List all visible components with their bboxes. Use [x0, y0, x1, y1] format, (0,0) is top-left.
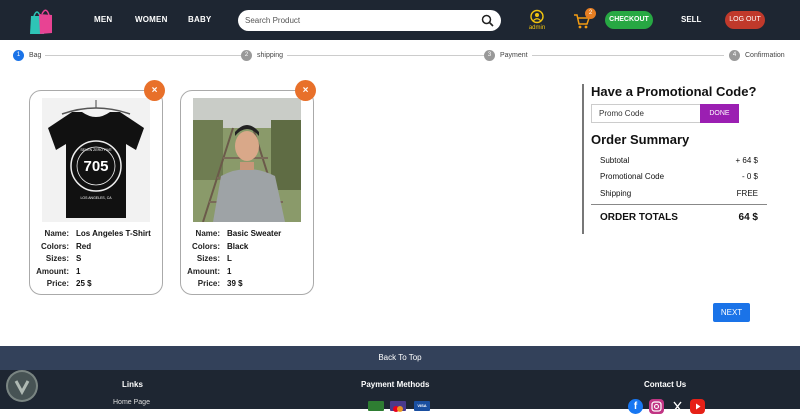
shopping-bags-logo-icon[interactable]	[28, 6, 54, 36]
price-label: Price:	[197, 279, 220, 289]
step-number: 3	[484, 50, 495, 61]
search-icon[interactable]	[481, 14, 494, 27]
order-total-value: 64 $	[738, 212, 758, 223]
search-bar	[238, 10, 501, 31]
promo-code-input[interactable]	[591, 104, 701, 123]
step-label: Payment	[500, 52, 528, 59]
nav-men-link[interactable]: MEN	[94, 15, 112, 24]
promo-discount-row: Promotional Code - 0 $	[600, 172, 758, 181]
colors-label: Colors:	[192, 241, 220, 251]
price-label: Price:	[46, 279, 69, 289]
subtotal-label: Subtotal	[600, 156, 630, 165]
sizes-label: Sizes:	[45, 254, 69, 264]
promo-discount-value: - 0 $	[741, 172, 758, 181]
name-value: Los Angeles T-Shirt	[76, 229, 151, 238]
cart-item-card: Name: Basic Sweater Colors: Black Sizes: L …	[180, 90, 314, 295]
cart-item-card: 705 SEVEN ZERO FIVE LOS ANGELES, CA Name…	[29, 90, 163, 295]
name-label: Name:	[44, 229, 69, 238]
order-total-row: ORDER TOTALS 64 $	[600, 212, 758, 223]
promo-title: Have a Promotional Code?	[591, 84, 757, 99]
progress-track	[24, 55, 724, 56]
price-value: 39 $	[227, 279, 243, 289]
item-attributes: Name: Basic Sweater Colors: Black Sizes: L …	[181, 229, 315, 292]
mastercard-icon	[390, 401, 406, 412]
amount-value: 1	[76, 266, 81, 276]
contact-us-heading: Contact Us	[644, 380, 687, 389]
step-bag: 1 Bag	[13, 50, 46, 61]
user-account[interactable]: admin	[528, 9, 546, 31]
footer: Links Home Page Payment Methods VISA Con…	[0, 370, 800, 414]
shirt-city-text: LOS ANGELES, CA	[80, 196, 112, 200]
back-to-top-link[interactable]: Back To Top	[0, 346, 800, 370]
home-page-link[interactable]: Home Page	[113, 399, 150, 406]
visa-icon: VISA	[414, 401, 430, 411]
facebook-icon[interactable]: f	[628, 399, 643, 414]
colors-label: Colors:	[41, 241, 69, 251]
youtube-icon[interactable]	[690, 399, 705, 414]
cart-count-badge: 2	[585, 8, 596, 19]
verified-badge-icon	[6, 370, 38, 402]
name-value: Basic Sweater	[227, 229, 282, 238]
step-label: Confirmation	[745, 52, 785, 59]
panel-divider	[582, 84, 584, 234]
name-label: Name:	[195, 229, 220, 238]
search-input[interactable]	[245, 13, 475, 28]
order-summary-title: Order Summary	[591, 132, 690, 147]
step-number: 4	[729, 50, 740, 61]
tshirt-image: 705 SEVEN ZERO FIVE LOS ANGELES, CA	[42, 98, 150, 222]
user-label: admin	[528, 25, 546, 31]
price-value: 25 $	[76, 279, 92, 289]
nav-baby-link[interactable]: BABY	[188, 15, 211, 24]
shipping-label: Shipping	[600, 189, 632, 198]
color-value: Red	[76, 241, 92, 251]
item-attributes: Name: Los Angeles T-Shirt Colors: Red Size…	[30, 229, 164, 292]
order-total-label: ORDER TOTALS	[600, 212, 678, 223]
step-number: 1	[13, 50, 24, 61]
x-twitter-icon[interactable]	[670, 399, 685, 414]
remove-item-button[interactable]: ×	[144, 80, 165, 101]
shipping-value: FREE	[736, 189, 758, 198]
shipping-row: Shipping FREE	[600, 189, 758, 198]
step-confirmation: 4 Confirmation	[729, 50, 789, 61]
remove-item-button[interactable]: ×	[295, 80, 316, 101]
cash-payment-icon	[368, 401, 384, 411]
footer-links-heading: Links	[122, 380, 143, 389]
checkout-button[interactable]: CHECKOUT	[605, 11, 653, 29]
next-button[interactable]: NEXT	[713, 303, 750, 322]
step-payment: 3 Payment	[484, 50, 532, 61]
size-value: S	[76, 254, 82, 264]
step-label: Bag	[29, 52, 42, 59]
payment-methods-heading: Payment Methods	[361, 380, 430, 389]
step-label: shipping	[257, 52, 284, 59]
amount-label: Amount:	[36, 266, 69, 276]
logout-button[interactable]: LOG OUT	[725, 11, 765, 29]
summary-divider	[591, 204, 767, 205]
shirt-number-text: 705	[83, 158, 108, 175]
sell-link[interactable]: SELL	[681, 15, 701, 24]
top-navbar: MEN WOMEN BABY admin 2 CHECKOUT SELL LOG…	[0, 0, 800, 40]
step-shipping: 2 shipping	[241, 50, 288, 61]
color-value: Black	[227, 241, 249, 251]
apply-promo-button[interactable]: DONE	[700, 104, 739, 123]
sizes-label: Sizes:	[196, 254, 220, 264]
subtotal-row: Subtotal + 64 $	[600, 156, 758, 165]
amount-label: Amount:	[187, 266, 220, 276]
subtotal-value: + 64 $	[735, 156, 758, 165]
instagram-icon[interactable]	[649, 399, 664, 414]
sweater-photo-image	[193, 98, 301, 222]
size-value: L	[227, 254, 232, 264]
shirt-top-text: SEVEN ZERO FIVE	[80, 148, 112, 152]
nav-women-link[interactable]: WOMEN	[135, 15, 168, 24]
step-number: 2	[241, 50, 252, 61]
amount-value: 1	[227, 266, 232, 276]
promo-discount-label: Promotional Code	[600, 172, 665, 181]
